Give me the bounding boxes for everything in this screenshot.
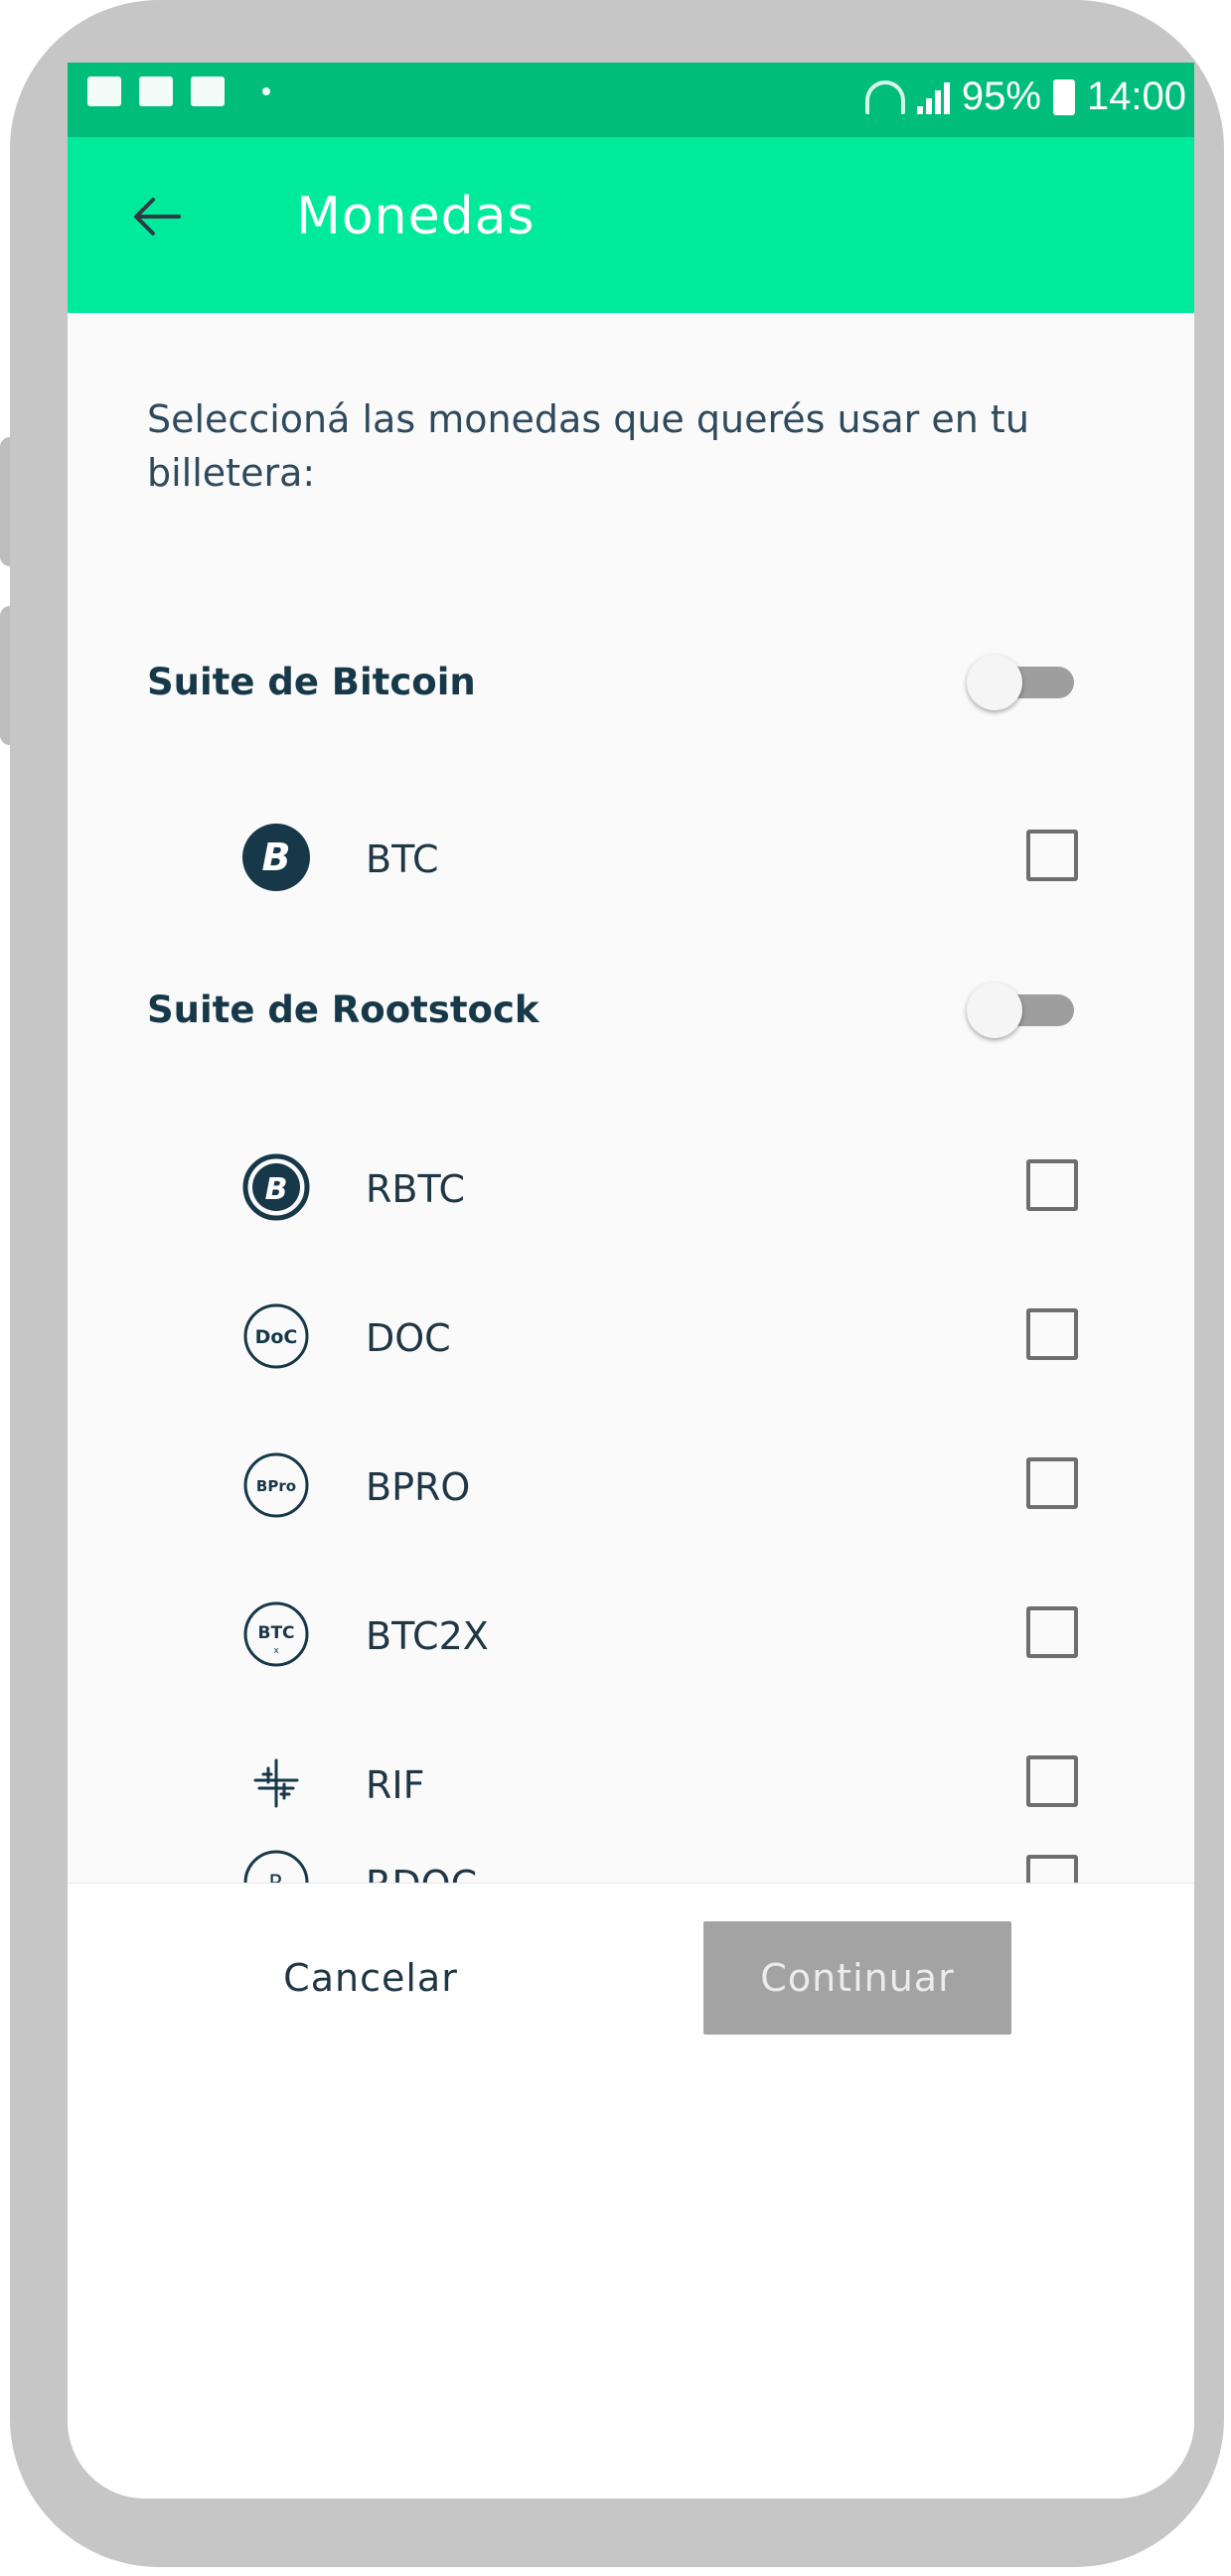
gallery-notification-icon	[87, 76, 121, 106]
coin-row-rdoc[interactable]: R RDOC	[68, 1833, 1194, 1883]
coin-row-rif[interactable]: RIF	[68, 1734, 1194, 1833]
coin-label: BTC2X	[366, 1614, 489, 1658]
coin-row-bpro[interactable]: BPro BPRO	[68, 1436, 1194, 1535]
coin-label: BTC	[366, 837, 439, 881]
footer-actions: Cancelar Continuar	[68, 1883, 1194, 2499]
wifi-icon	[864, 79, 905, 114]
toggle-suite-bitcoin[interactable]	[967, 655, 1078, 710]
coin-row-rbtc[interactable]: B RBTC	[68, 1137, 1194, 1237]
facebook-notification-icon	[139, 76, 173, 106]
notification-icons	[87, 76, 270, 106]
coin-selection-list[interactable]: Seleccioná las monedas que querés usar e…	[68, 313, 1194, 1883]
battery-percent: 95%	[961, 75, 1041, 118]
checkbox-rbtc[interactable]	[1026, 1159, 1078, 1211]
coin-label: RDOC	[366, 1863, 477, 1883]
svg-text:BTC: BTC	[257, 1623, 294, 1643]
coin-label: RBTC	[366, 1167, 465, 1211]
phone-screen: 95% 14:00 Monedas Seleccioná las monedas…	[68, 63, 1194, 2499]
coin-row-btc2x[interactable]: BTC x BTC2X	[68, 1585, 1194, 1684]
svg-text:BPro: BPro	[256, 1477, 296, 1495]
checkbox-btc2x[interactable]	[1026, 1606, 1078, 1658]
svg-text:DoC: DoC	[255, 1326, 298, 1348]
doc-icon: DoC	[243, 1303, 309, 1369]
svg-text:x: x	[273, 1646, 279, 1656]
rbtc-icon: B	[242, 1153, 310, 1221]
clock: 14:00	[1086, 75, 1186, 118]
coin-label: RIF	[366, 1763, 425, 1807]
toggle-suite-rootstock[interactable]	[967, 983, 1078, 1038]
battery-icon	[1052, 78, 1075, 115]
folder-notification-icon	[191, 76, 225, 106]
coin-label: DOC	[366, 1316, 451, 1360]
checkbox-btc[interactable]	[1026, 830, 1078, 881]
continue-button[interactable]: Continuar	[703, 1921, 1011, 2035]
coin-row-doc[interactable]: DoC DOC	[68, 1287, 1194, 1386]
checkbox-rif[interactable]	[1026, 1755, 1078, 1807]
svg-text:B: B	[265, 1172, 288, 1207]
bitcoin-icon: B	[242, 824, 310, 891]
phone-frame: 95% 14:00 Monedas Seleccioná las monedas…	[0, 0, 1231, 2576]
svg-text:R: R	[268, 1872, 283, 1883]
status-bar: 95% 14:00	[68, 63, 1194, 137]
signal-icon	[916, 80, 950, 114]
checkbox-bpro[interactable]	[1026, 1457, 1078, 1509]
checkbox-doc[interactable]	[1026, 1308, 1078, 1360]
btc2x-icon: BTC x	[243, 1601, 309, 1667]
coin-label: BPRO	[366, 1465, 471, 1509]
section-title-bitcoin: Suite de Bitcoin	[147, 661, 476, 703]
section-title-rootstock: Suite de Rootstock	[147, 988, 539, 1031]
svg-text:B: B	[262, 835, 291, 879]
coin-row-btc[interactable]: B BTC	[68, 808, 1194, 907]
cancel-button[interactable]: Cancelar	[241, 1938, 500, 2018]
app-bar: Monedas	[68, 137, 1194, 313]
system-status: 95% 14:00	[864, 75, 1186, 119]
rif-icon	[253, 1758, 299, 1808]
rdoc-icon: R	[243, 1850, 309, 1883]
checkbox-rdoc[interactable]	[1026, 1855, 1078, 1883]
more-notifications-dot-icon	[262, 87, 270, 95]
page-title: Monedas	[296, 187, 536, 246]
back-arrow-icon[interactable]	[127, 187, 187, 246]
bpro-icon: BPro	[243, 1452, 309, 1518]
instructions-text: Seleccioná las monedas que querés usar e…	[147, 397, 1029, 495]
